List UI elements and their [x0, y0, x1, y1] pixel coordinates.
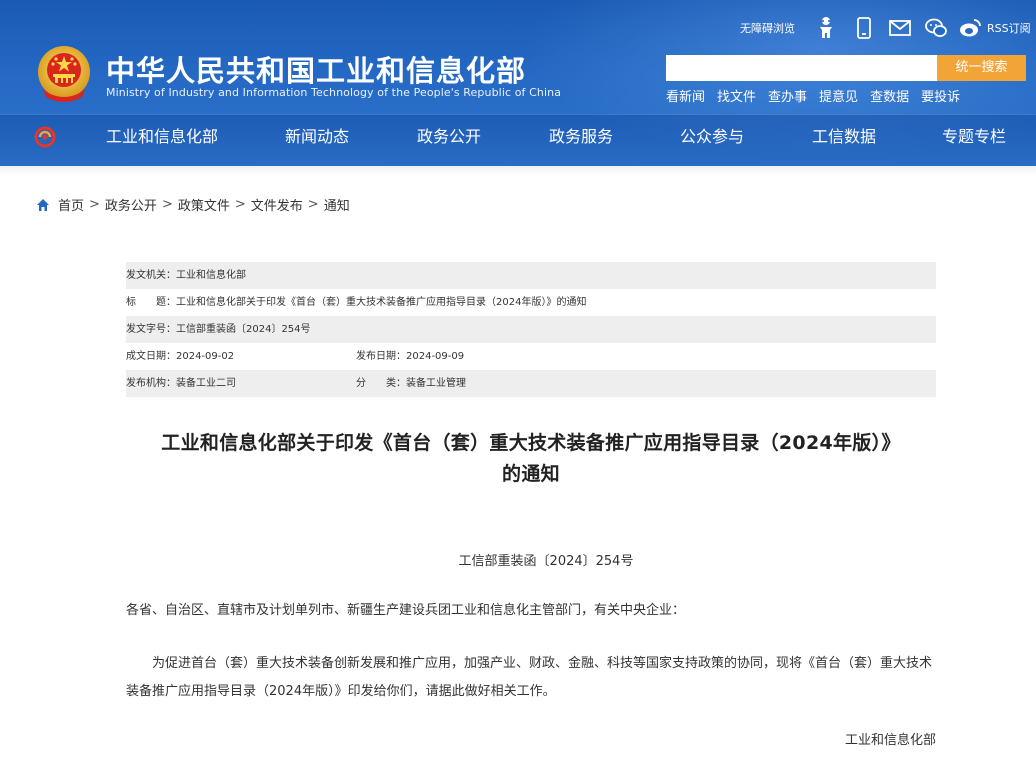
meta-row-docno: 发文字号：工信部重装函〔2024〕254号	[126, 316, 936, 343]
header-shadow	[0, 166, 1036, 176]
article-signature: 工业和信息化部	[844, 733, 936, 748]
breadcrumb: 首页 > 政务公开 > 政策文件 > 文件发布 > 通知	[36, 195, 350, 214]
breadcrumb-separator: >	[161, 197, 173, 212]
quicklink-data[interactable]: 查数据	[870, 86, 909, 105]
meta-issuer-value: 工业和信息化部	[176, 270, 246, 281]
quicklink-complaint[interactable]: 要投诉	[921, 86, 960, 105]
mobile-icon[interactable]	[851, 15, 877, 41]
accessibility-link[interactable]: 无障碍浏览	[740, 20, 795, 36]
breadcrumb-policy-docs[interactable]: 政策文件	[178, 195, 230, 214]
breadcrumb-home[interactable]: 首页	[58, 195, 84, 214]
meta-category-label: 分 类：	[356, 378, 406, 389]
breadcrumb-gov-affairs[interactable]: 政务公开	[105, 195, 157, 214]
top-utility-bar: 无障碍浏览 RSS订阅	[740, 14, 1031, 42]
site-subtitle: Ministry of Industry and Information Tec…	[106, 86, 562, 99]
meta-title-value: 工业和信息化部关于印发《首台（套）重大技术装备推广应用指导目录（2024年版）》…	[176, 297, 587, 308]
weibo-icon[interactable]	[957, 15, 983, 41]
article-title-line-2: 的通知	[502, 463, 560, 485]
meta-issuer-label: 发文机关：	[126, 270, 176, 281]
home-icon	[37, 198, 49, 211]
rss-link[interactable]: RSS订阅	[987, 20, 1031, 36]
nav-item-news[interactable]: 新闻动态	[285, 114, 349, 162]
site-title: 中华人民共和国工业和信息化部	[106, 54, 527, 88]
meta-row-title: 标 题：工业和信息化部关于印发《首台（套）重大技术装备推广应用指导目录（2024…	[126, 289, 936, 316]
meta-docno-value: 工信部重装函〔2024〕254号	[176, 324, 311, 335]
meta-published-value: 2024-09-09	[406, 351, 465, 362]
article-document-number: 工信部重装函〔2024〕254号	[458, 554, 634, 569]
national-emblem-icon	[38, 46, 90, 102]
mail-icon[interactable]	[887, 15, 913, 41]
breadcrumb-separator: >	[89, 197, 100, 212]
meta-category-value: 装备工业管理	[406, 378, 466, 389]
nav-item-gov-services[interactable]: 政务服务	[549, 114, 613, 162]
quicklink-news[interactable]: 看新闻	[666, 86, 705, 105]
nav-item-data[interactable]: 工信数据	[812, 114, 876, 162]
quicklink-services[interactable]: 查办事	[768, 86, 807, 105]
article-salutation: 各省、自治区、直辖市及计划单列市、新疆生产建设兵团工业和信息化主管部门，有关中央…	[126, 603, 686, 618]
meta-row-issuer: 发文机关：工业和信息化部	[126, 262, 936, 289]
article-body-paragraph: 为促进首台（套）重大技术装备创新发展和推广应用，加强产业、财政、金融、科技等国家…	[126, 656, 933, 699]
meta-docno-label: 发文字号：	[126, 324, 176, 335]
breadcrumb-separator: >	[234, 197, 246, 212]
meta-org-value: 装备工业二司	[176, 378, 236, 389]
accessibility-icon[interactable]	[813, 15, 839, 41]
meta-row-org: 发布机构：装备工业二司 分 类：装备工业管理	[126, 370, 936, 397]
nav-item-topics[interactable]: 专题专栏	[942, 114, 1006, 162]
nav-item-participation[interactable]: 公众参与	[680, 114, 744, 162]
document-meta-table: 发文机关：工业和信息化部 标 题：工业和信息化部关于印发《首台（套）重大技术装备…	[126, 262, 936, 397]
wechat-icon[interactable]	[923, 15, 949, 41]
nav-item-ministry[interactable]: 工业和信息化部	[106, 114, 218, 162]
breadcrumb-doc-release[interactable]: 文件发布	[251, 195, 303, 214]
quicklink-files[interactable]: 找文件	[717, 86, 756, 105]
meta-published-label: 发布日期：	[356, 351, 406, 362]
breadcrumb-notice[interactable]: 通知	[324, 195, 350, 214]
quicklinks: 看新闻 找文件 查办事 提意见 查数据 要投诉	[666, 86, 972, 105]
nav-logo-icon[interactable]	[34, 126, 56, 148]
meta-created-value: 2024-09-02	[176, 351, 235, 362]
site-header: 中华人民共和国工业和信息化部 Ministry of Industry and …	[0, 0, 1036, 166]
nav-item-gov-affairs[interactable]: 政务公开	[417, 114, 481, 162]
search-input[interactable]	[666, 55, 937, 81]
meta-row-dates: 成文日期：2024-09-02 发布日期：2024-09-09	[126, 343, 936, 370]
search-button[interactable]: 统一搜索	[937, 55, 1026, 81]
meta-created-label: 成文日期：	[126, 351, 176, 362]
quicklink-feedback[interactable]: 提意见	[819, 86, 858, 105]
main-nav: 工业和信息化部 新闻动态 政务公开 政务服务 公众参与 工信数据 专题专栏	[60, 114, 1036, 162]
article-title: 工业和信息化部关于印发《首台（套）重大技术装备推广应用指导目录（2024年版）》…	[126, 428, 936, 490]
meta-title-label: 标 题：	[126, 297, 176, 308]
meta-org-label: 发布机构：	[126, 378, 176, 389]
breadcrumb-separator: >	[307, 197, 319, 212]
article-title-line-1: 工业和信息化部关于印发《首台（套）重大技术装备推广应用指导目录（2024年版）》	[161, 432, 901, 454]
